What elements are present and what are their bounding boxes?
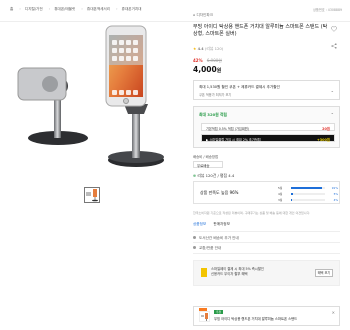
smileclub-text: ▶ 스마일클럽 가입 시 최대 2% 추가적립 <box>206 137 261 142</box>
promo-text: 스마일페이 결제 시 최대 5% 즉시할인 신용카드 무이자 할부 혜택 <box>211 267 301 277</box>
rating-score: 4.4 <box>197 46 204 51</box>
price-unit: 원 <box>216 68 222 74</box>
recent-product-thumbnail <box>199 311 210 322</box>
rating-bar-row: 4점 5% <box>278 192 338 197</box>
coupon-box[interactable]: 최대 1,530원 할인 쿠폰 + 제휴카드 결제시 추가할인 쿠폰 적용가 최… <box>193 80 340 100</box>
breadcrumb-item[interactable]: 휴대폰거치대 <box>122 7 142 11</box>
breadcrumb-item[interactable]: 디지털/가전 <box>25 7 43 11</box>
smileclub-price: +300원 <box>316 137 330 142</box>
recent-product-title: 무빙 아이디 탁상용 핸드폰 거치대 알루미늄 스마트폰 스탠드 <box>214 317 298 321</box>
rating-bar-fill <box>291 199 293 202</box>
breadcrumb: 홈 › 디지털/가전 › 휴대폰/태블릿 › 휴대폰액세서리 › 휴대폰거치대 <box>10 7 142 11</box>
review-summary: 상품 만족도 높음 96% <box>200 190 239 195</box>
breadcrumb-item[interactable]: 홈 <box>10 7 13 11</box>
product-thumbnail[interactable] <box>84 187 100 203</box>
delivery-value[interactable]: 무료배송 <box>193 161 223 168</box>
smileclub-row[interactable]: ▶ 스마일클럽 가입 시 최대 2% 추가적립 +300원 <box>201 134 335 142</box>
promo-button[interactable]: 혜택 보기 <box>315 269 333 277</box>
review-count: (리뷰 120) <box>204 46 224 51</box>
original-price: 6,900원 <box>206 58 222 63</box>
coupon-text: 최대 1,530원 할인 쿠폰 + 제휴카드 결제시 추가할인 <box>199 85 280 89</box>
rating-bar-label: 5점 <box>278 186 283 190</box>
heart-icon[interactable] <box>331 26 337 32</box>
rating-bar-fill <box>291 187 322 190</box>
chevron-up-icon[interactable]: ⌃ <box>331 112 334 117</box>
card-icon <box>201 268 207 277</box>
points-row-text: 기본적립 0.5% 적립 (가입회원) <box>206 126 249 131</box>
bullet-icon <box>193 246 196 249</box>
review-header[interactable]: ⊕ 리뷰 120건 / 평점 4.4 <box>193 173 234 179</box>
recent-product-bar[interactable]: 추천 무빙 아이디 탁상용 핸드폰 거치대 알루미늄 스마트폰 스탠드 ✕ <box>193 306 340 326</box>
info-tabs: 상품정보 판매자정보 <box>193 222 230 227</box>
review-summary-box: 상품 만족도 높음 96% 5점 91% 4점 5% 3점 4% <box>193 181 340 204</box>
delivery-label: 배송비 / 배송방법 <box>193 155 219 159</box>
recommend-badge: 추천 <box>214 310 224 314</box>
product-number: 상품번호 : 4308889 <box>312 8 342 12</box>
breadcrumb-item[interactable]: 휴대폰/태블릿 <box>54 7 75 11</box>
coupon-link[interactable]: 쿠폰 적용가 최저가 보기 <box>199 92 231 97</box>
rating-bar-fill <box>291 193 293 196</box>
review-note: 한국소비자원 기준으로 작성된 리뷰이며, 구매후기는 상품 및 배송 등에 대… <box>193 211 311 215</box>
divider <box>193 253 340 254</box>
divider <box>193 231 340 232</box>
info-line[interactable]: 교환/반품 안내 <box>193 246 221 251</box>
points-title: 최대 320원 적립 <box>199 112 228 117</box>
price-value: 4,000 <box>193 65 217 74</box>
product-title: 무빙 아이디 탁상용 핸드폰 거치대 알루미늄 스마트폰 스탠드 (탁상형, 스… <box>193 24 328 37</box>
promo-banner: 스마일페이 결제 시 최대 5% 즉시할인 신용카드 무이자 할부 혜택 혜택 … <box>193 260 340 286</box>
info-line-text: 교환/반품 안내 <box>199 246 222 250</box>
share-icon[interactable] <box>331 43 337 49</box>
discount: 42% 6,900원 <box>193 58 222 64</box>
close-icon[interactable]: ✕ <box>332 310 335 315</box>
points-box: 최대 320원 적립 ⌃ 기본적립 0.5% 적립 (가입회원) 20원 ▶ 스… <box>193 106 340 148</box>
tab-product-info[interactable]: 상품정보 <box>193 222 206 226</box>
star-icon: ★ <box>193 46 197 51</box>
sale-price: 4,000원 <box>193 65 221 74</box>
rating-bar-pct: 4% <box>333 198 338 202</box>
rating-bar-pct: 5% <box>333 192 338 196</box>
chevron-down-icon[interactable]: ⌄ <box>331 88 334 93</box>
promo-line: 신용카드 무이자 할부 혜택 <box>211 272 248 276</box>
rating[interactable]: ★ 4.4 (리뷰 120) <box>193 46 223 52</box>
plus-icon: ⊕ <box>193 173 197 178</box>
rating-bar-pct: 91% <box>331 186 338 190</box>
rating-bar-row: 3점 4% <box>278 198 338 203</box>
discount-percent: 42% <box>193 58 203 63</box>
tab-seller-info[interactable]: 판매자정보 <box>213 222 230 226</box>
points-row-price: 20원 <box>322 126 330 131</box>
top-bar: 홈 › 디지털/가전 › 휴대폰/태블릿 › 휴대폰액세서리 › 휴대폰거치대 상품번호… <box>0 0 350 22</box>
info-line[interactable]: 도서산간 배송비 추가 안내 <box>193 236 239 241</box>
info-line-text: 도서산간 배송비 추가 안내 <box>199 236 239 240</box>
product-main-image[interactable] <box>16 20 176 180</box>
breadcrumb-item[interactable]: 휴대폰액세서리 <box>87 7 110 11</box>
divider <box>193 242 340 243</box>
seller-label: 디자인파크 <box>196 13 213 17</box>
rating-bar-row: 5점 91% <box>278 186 338 191</box>
bullet-icon <box>193 236 196 239</box>
rating-bar-label: 4점 <box>278 192 283 196</box>
review-header-label: 리뷰 120건 / 평점 4.4 <box>197 173 235 178</box>
points-row: 기본적립 0.5% 적립 (가입회원) 20원 <box>201 123 335 131</box>
rating-bars: 5점 91% 4점 5% 3점 4% <box>278 186 338 204</box>
seller-name[interactable]: ⌂ 디자인파크 <box>193 13 213 18</box>
rating-bar-label: 3점 <box>278 198 283 202</box>
